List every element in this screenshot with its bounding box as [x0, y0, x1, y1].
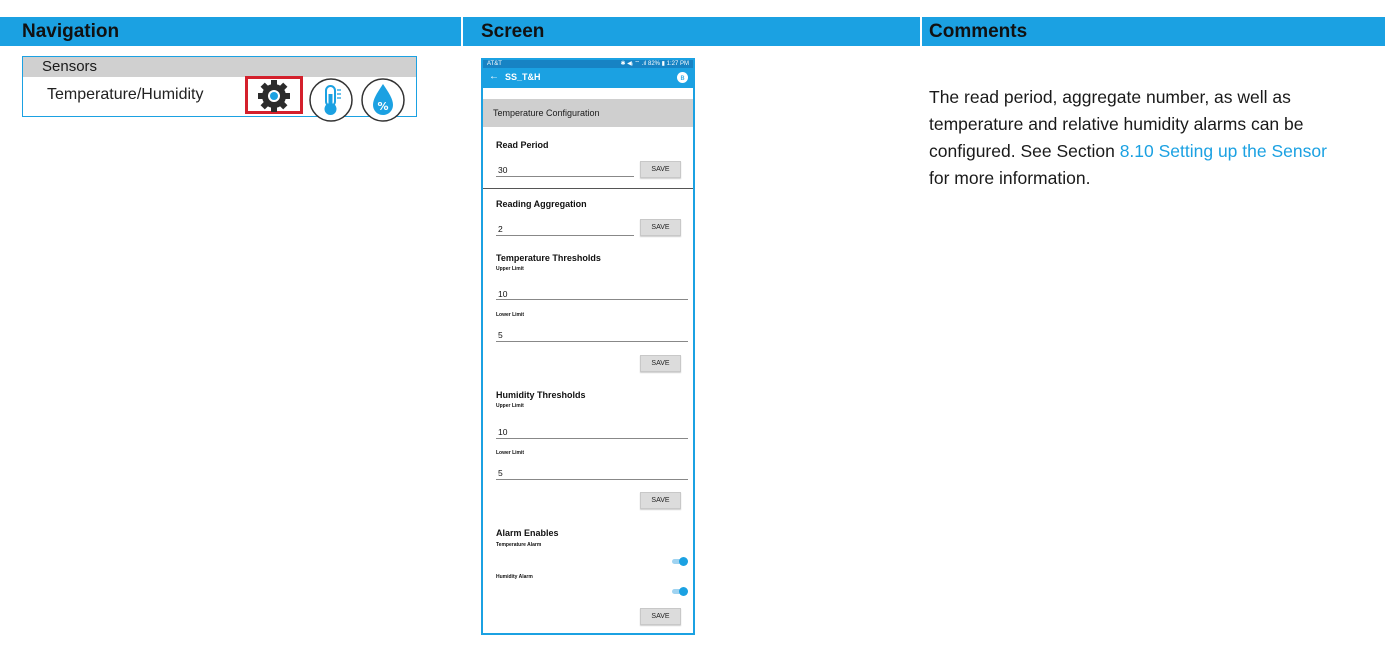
app-bar: ← SS_T&H ʙ — [483, 68, 693, 88]
carrier-label: AT&T — [487, 61, 502, 67]
config-title-text: Temperature Configuration — [493, 108, 600, 118]
thermometer-icon[interactable] — [308, 78, 354, 122]
alarm-enables-label: Alarm Enables — [496, 528, 559, 538]
header-screen: Screen — [481, 21, 545, 42]
read-period-label: Read Period — [496, 140, 549, 150]
temp-alarm-toggle[interactable] — [672, 557, 688, 566]
comments-text: The read period, aggregate number, as we… — [929, 84, 1349, 192]
temp-thresholds-save-button[interactable]: SAVE — [640, 355, 681, 372]
toggle-knob — [679, 587, 688, 596]
divider — [483, 188, 693, 189]
aggregation-save-button[interactable]: SAVE — [640, 219, 681, 236]
svg-text:%: % — [377, 100, 388, 113]
read-period-save-button[interactable]: SAVE — [640, 161, 681, 178]
hum-thresholds-save-button[interactable]: SAVE — [640, 492, 681, 509]
hum-upper-label: Upper Limit — [496, 403, 524, 409]
sensors-label: Sensors — [42, 58, 98, 75]
back-arrow-icon[interactable]: ← — [489, 71, 499, 82]
hum-lower-label: Lower Limit — [496, 450, 525, 456]
temp-lower-label: Lower Limit — [496, 312, 525, 318]
temp-lower-input[interactable]: 5 — [498, 330, 503, 340]
table-header: Navigation Screen Comments — [0, 17, 1385, 46]
read-period-input[interactable]: 30 — [498, 165, 507, 175]
aggregation-underline — [496, 235, 634, 236]
temp-upper-label: Upper Limit — [496, 266, 524, 272]
header-navigation: Navigation — [22, 21, 120, 42]
config-section-title: Temperature Configuration — [483, 99, 693, 127]
section-link[interactable]: 8.10 Setting up the Sensor — [1120, 141, 1327, 161]
status-bar: AT&T ✱ ◀ᵢ ⌔ .ıl 82% ▮ 1:27 PM — [483, 60, 693, 68]
hum-upper-input[interactable]: 10 — [498, 427, 507, 437]
toggle-knob — [679, 557, 688, 566]
temp-thresholds-label: Temperature Thresholds — [496, 253, 601, 263]
hum-thresholds-label: Humidity Thresholds — [496, 390, 586, 400]
temp-lower-underline — [496, 341, 688, 342]
temp-upper-input[interactable]: 10 — [498, 289, 507, 299]
hum-lower-underline — [496, 479, 688, 480]
navigation-panel: Sensors Temperature/Humidity % — [22, 56, 417, 122]
gear-icon[interactable] — [255, 77, 293, 115]
temp-upper-underline — [496, 299, 688, 300]
hum-upper-underline — [496, 438, 688, 439]
hum-alarm-toggle[interactable] — [672, 587, 688, 596]
app-title: SS_T&H — [505, 72, 541, 82]
read-period-underline — [496, 176, 634, 177]
phone-screen: AT&T ✱ ◀ᵢ ⌔ .ıl 82% ▮ 1:27 PM ← SS_T&H ʙ… — [481, 58, 695, 635]
alarms-save-button[interactable]: SAVE — [640, 608, 681, 625]
bluetooth-icon[interactable]: ʙ — [677, 72, 688, 83]
hum-alarm-label: Humidity Alarm — [496, 574, 533, 580]
aggregation-label: Reading Aggregation — [496, 199, 587, 209]
humidity-icon[interactable]: % — [360, 78, 406, 122]
sensor-item-label[interactable]: Temperature/Humidity — [47, 86, 204, 104]
hum-lower-input[interactable]: 5 — [498, 468, 503, 478]
aggregation-input[interactable]: 2 — [498, 224, 503, 234]
header-divider — [461, 17, 463, 46]
status-icons: ✱ ◀ᵢ ⌔ .ıl 82% ▮ 1:27 PM — [620, 61, 689, 67]
settings-highlight[interactable] — [245, 76, 303, 114]
sensors-header: Sensors — [23, 57, 416, 77]
header-comments: Comments — [929, 21, 1028, 42]
temp-alarm-label: Temperature Alarm — [496, 542, 542, 548]
header-divider — [920, 17, 922, 46]
comments-text-after: for more information. — [929, 168, 1091, 188]
